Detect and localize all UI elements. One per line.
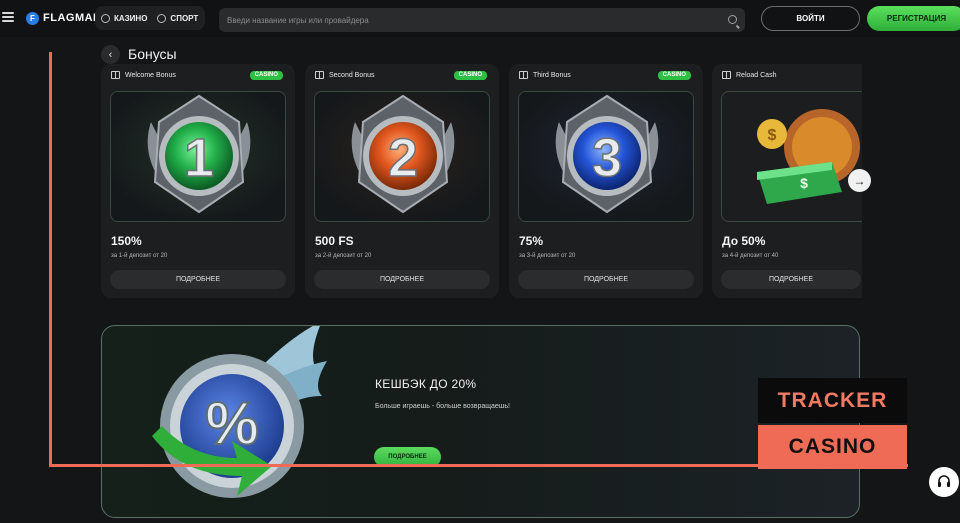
bonus-card-header: Welcome Bonus [111, 71, 176, 79]
bonus-card-header: Reload Cash [722, 71, 776, 79]
bonus-medal-image: 1 [110, 91, 286, 222]
logo-mark: F [26, 11, 39, 25]
bonus-value: До 50% [722, 234, 766, 248]
back-button[interactable]: ‹ [101, 45, 120, 64]
gift-icon [111, 71, 120, 79]
sport-ball-icon [157, 13, 167, 23]
main-nav: КАЗИНО СПОРТ [95, 6, 205, 30]
svg-text:2: 2 [388, 128, 418, 188]
bonus-details-button[interactable]: ПОДРОБНЕЕ [721, 270, 861, 289]
bonus-details-button[interactable]: ПОДРОБНЕЕ [518, 270, 694, 289]
svg-text:$: $ [800, 175, 808, 191]
svg-text:1: 1 [184, 128, 214, 188]
menu-icon[interactable] [2, 12, 14, 22]
bonus-card-header: Second Bonus [315, 71, 375, 79]
top-header: F FLAGMAN КАЗИНО СПОРТ ВОЙТИ РЕГИСТРАЦИЯ [0, 0, 960, 37]
medal-3-icon: 3 [519, 92, 693, 221]
cashback-subtitle: Больше играешь - больше возвращаешь! [375, 403, 510, 410]
search-input[interactable] [227, 8, 717, 32]
search-icon[interactable] [728, 15, 737, 24]
bonus-reload-image: $ $ [721, 91, 862, 222]
svg-text:%: % [205, 390, 258, 457]
chevron-left-icon: ‹ [108, 48, 113, 61]
watermark-casino: CASINO [758, 425, 907, 469]
bonus-card-third: Third Bonus CASINO 3 75% за 3-й депозит … [509, 64, 703, 298]
nav-sport[interactable]: СПОРТ [157, 13, 199, 23]
support-chat-button[interactable] [929, 467, 959, 497]
bonus-value: 150% [111, 234, 142, 248]
cashback-medal-icon: % [152, 326, 327, 498]
gift-icon [722, 71, 731, 79]
nav-casino[interactable]: КАЗИНО [101, 13, 148, 23]
nav-sport-label: СПОРТ [170, 13, 199, 23]
bonus-description: за 1-й депозит от 20 [111, 253, 168, 259]
bonus-medal-image: 2 [314, 91, 490, 222]
bonus-card-welcome: Welcome Bonus CASINO 1 150% за 1-й депоз… [101, 64, 295, 298]
gift-icon [315, 71, 324, 79]
medal-2-icon: 2 [315, 92, 489, 221]
carousel-next-button[interactable]: → [848, 169, 871, 192]
svg-text:$: $ [768, 127, 777, 144]
medal-1-icon: 1 [111, 92, 285, 221]
bonus-description: за 3-й депозит от 20 [519, 253, 576, 259]
bonus-card-second: Second Bonus CASINO 2 500 FS за 2-й депо… [305, 64, 499, 298]
bonus-card-header: Third Bonus [519, 71, 571, 79]
casino-badge: CASINO [657, 71, 691, 80]
casino-chip-icon [101, 13, 110, 23]
watermark-frame-line [49, 52, 52, 467]
svg-text:3: 3 [592, 128, 622, 188]
bonus-description: за 2-й депозит от 20 [315, 253, 372, 259]
cashback-title: КЕШБЭК ДО 20% [375, 377, 477, 391]
login-button[interactable]: ВОЙТИ [761, 6, 860, 31]
casino-badge: CASINO [453, 71, 487, 80]
bonus-description: за 4-й депозит от 40 [722, 253, 779, 259]
bonus-name: Welcome Bonus [125, 71, 176, 79]
bonus-name: Third Bonus [533, 71, 571, 79]
page-title: Бонусы [128, 46, 177, 62]
gift-icon [519, 71, 528, 79]
cash-stack-icon: $ $ [722, 92, 862, 221]
casino-badge: CASINO [249, 71, 283, 80]
search-bar [219, 8, 745, 32]
nav-casino-label: КАЗИНО [114, 13, 148, 23]
bonus-value: 75% [519, 234, 544, 248]
watermark-tracker: TRACKER [758, 378, 907, 423]
bonus-card-reload: Reload Cash $ $ До 50% за 4-й депозит от… [712, 64, 862, 298]
logo[interactable]: F FLAGMAN [26, 10, 102, 26]
bonus-name: Reload Cash [736, 71, 777, 79]
headset-icon [938, 475, 950, 487]
bonus-value: 500 FS [315, 234, 354, 248]
arrow-right-icon: → [853, 173, 866, 188]
cashback-banner: % КЕШБЭК ДО 20% Больше играешь - больше … [101, 325, 860, 518]
bonus-medal-image: 3 [518, 91, 694, 222]
bonus-details-button[interactable]: ПОДРОБНЕЕ [314, 270, 490, 289]
bonus-details-button[interactable]: ПОДРОБНЕЕ [110, 270, 286, 289]
register-button[interactable]: РЕГИСТРАЦИЯ [867, 6, 960, 31]
logo-text: FLAGMAN [43, 12, 102, 24]
bonus-name: Second Bonus [329, 71, 375, 79]
